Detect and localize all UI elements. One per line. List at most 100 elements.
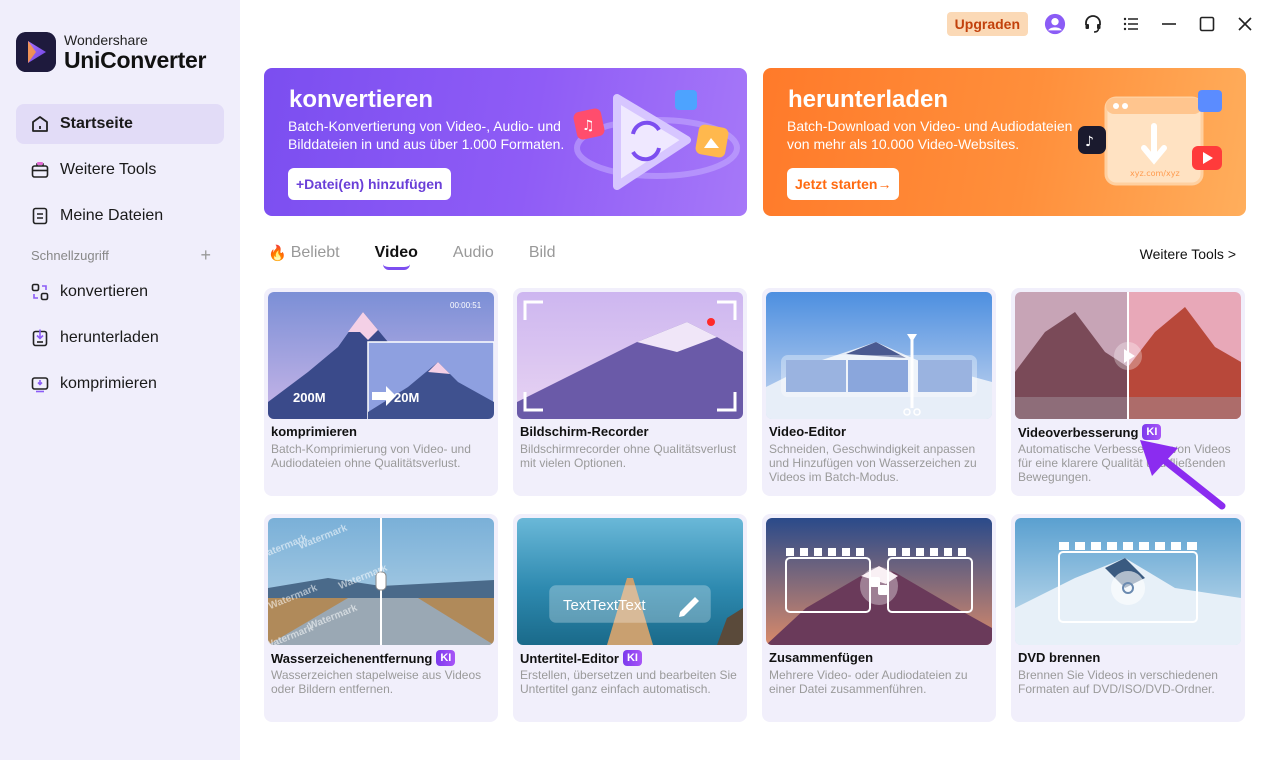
sidebar: Wondershare UniConverter Startseite Weit…	[0, 0, 240, 760]
support-icon[interactable]	[1082, 13, 1104, 35]
card-description: Schneiden, Geschwindigkeit anpassen und …	[769, 442, 977, 484]
title-bar: Upgraden	[946, 10, 1256, 38]
svg-text:♪: ♪	[1085, 134, 1094, 150]
download-art-url: xyz.com/xyz	[1130, 169, 1180, 178]
sidebar-item-herunterladen[interactable]: herunterladen	[16, 318, 224, 358]
sidebar-item-startseite[interactable]: Startseite	[16, 104, 224, 144]
compress-thumbnail: 200M 20M 00:00:51	[268, 292, 494, 419]
card-description: Bildschirmrecorder ohne Qualitätsverlust…	[520, 442, 737, 470]
tab-audio[interactable]: Audio	[453, 244, 494, 262]
sidebar-item-label: konvertieren	[60, 283, 149, 300]
card-title: DVD brennen	[1018, 650, 1100, 665]
file-icon	[32, 207, 48, 225]
tab-label: Bild	[528, 244, 556, 261]
fire-icon: 🔥	[268, 245, 287, 262]
card-title: Untertitel-Editor KI	[520, 650, 642, 666]
upgrade-button[interactable]: Upgraden	[946, 12, 1028, 36]
subtitle-thumbnail: TextTextText	[517, 518, 743, 645]
sidebar-item-komprimieren[interactable]: komprimieren	[16, 364, 224, 404]
tool-card-watermark-removal[interactable]: Watermark Watermark Watermark Watermark …	[264, 514, 498, 722]
toolbox-icon	[31, 162, 49, 178]
download-description: Batch-Download von Video- und Audiodatei…	[787, 118, 1073, 152]
uniconverter-logo-icon	[16, 32, 56, 72]
svg-text:♫: ♫	[582, 118, 595, 134]
tool-card-video-editor[interactable]: Video-Editor Schneiden, Geschwindigkeit …	[762, 288, 996, 496]
editor-thumbnail	[766, 292, 992, 419]
download-icon	[32, 329, 48, 347]
card-description: Mehrere Video- oder Audiodateien zu eine…	[769, 668, 968, 696]
download-title: herunterladen	[788, 86, 949, 113]
maximize-icon[interactable]	[1196, 13, 1218, 35]
tab-beliebt[interactable]: 🔥 Beliebt	[268, 244, 340, 262]
start-now-button[interactable]: Jetzt starten→	[787, 168, 900, 200]
tool-card-merge[interactable]: Zusammenfügen Mehrere Video- oder Audiod…	[762, 514, 996, 722]
menu-icon[interactable]	[1120, 13, 1142, 35]
card-title-text: Zusammenfügen	[769, 650, 874, 665]
brand-name: Wondershare	[64, 31, 148, 48]
card-title: Wasserzeichenentfernung KI	[271, 650, 456, 666]
download-banner[interactable]: xyz.com/xyz ♪ herunterladen Batch-Downlo…	[763, 68, 1246, 216]
ki-badge: KI	[1142, 424, 1162, 440]
tab-label: Beliebt	[290, 244, 340, 261]
ki-badge: KI	[436, 650, 456, 666]
card-description: Batch-Komprimierung von Video- und Audio…	[271, 442, 471, 470]
sidebar-item-label: Meine Dateien	[60, 207, 164, 224]
card-title-text: Wasserzeichenentfernung	[271, 650, 433, 666]
size-from-label: 200M	[293, 390, 326, 405]
card-title: Bildschirm-Recorder	[520, 424, 649, 439]
sidebar-item-weitere-tools[interactable]: Weitere Tools	[16, 150, 224, 190]
tool-card-dvd-burn[interactable]: DVD brennen Brennen Sie Videos in versch…	[1011, 514, 1245, 722]
convert-icon	[31, 283, 49, 301]
card-title-text: Bildschirm-Recorder	[520, 424, 649, 439]
card-title-text: Videoverbesserung	[1018, 424, 1139, 440]
tool-card-subtitle-editor[interactable]: TextTextText Untertitel-Editor KI Erstell…	[513, 514, 747, 722]
card-title-text: Untertitel-Editor	[520, 650, 619, 666]
sidebar-item-konvertieren[interactable]: konvertieren	[16, 272, 224, 312]
quick-access-header: Schnellzugriff +	[31, 246, 211, 264]
card-description: Wasserzeichen stapelweise aus Videos ode…	[271, 668, 482, 696]
subtitle-sample-text: TextTextText	[563, 597, 646, 614]
recorder-thumbnail	[517, 292, 743, 419]
app-logo: Wondershare UniConverter	[16, 32, 206, 72]
avatar-icon[interactable]	[1044, 13, 1066, 35]
sidebar-item-label: herunterladen	[60, 329, 159, 346]
card-title-text: Video-Editor	[769, 424, 847, 439]
tool-card-komprimieren[interactable]: 200M 20M 00:00:51 komprimieren Batch-Kom…	[264, 288, 498, 496]
card-title-text: komprimieren	[271, 424, 357, 439]
watermark-thumbnail: Watermark Watermark Watermark Watermark …	[268, 518, 494, 645]
category-tabs: 🔥 Beliebt Video Audio Bild	[268, 244, 556, 270]
main-nav: Startseite Weitere Tools Meine Dateien	[16, 104, 224, 242]
size-to-label: 20M	[394, 390, 419, 405]
ki-badge: KI	[622, 650, 642, 666]
tab-label: Video	[374, 244, 418, 261]
tool-card-screen-recorder[interactable]: Bildschirm-Recorder Bildschirmrecorder o…	[513, 288, 747, 496]
tool-card-video-enhancement[interactable]: Videoverbesserung KI Automatische Verbess…	[1011, 288, 1245, 496]
sidebar-item-label: Weitere Tools	[60, 161, 157, 178]
convert-banner[interactable]: ♫ konvertieren Batch-Konvertierung von V…	[264, 68, 747, 216]
tab-label: Audio	[452, 244, 494, 261]
quick-access-nav: konvertieren herunterladen komprimieren	[16, 272, 224, 410]
add-files-button[interactable]: +Datei(en) hinzufügen	[288, 168, 451, 200]
convert-description: Batch-Konvertierung von Video-, Audio- u…	[288, 118, 565, 152]
card-description: Brennen Sie Videos in verschiedenen Form…	[1018, 668, 1218, 696]
home-icon	[32, 116, 48, 132]
dvd-thumbnail	[1015, 518, 1241, 645]
card-title: Video-Editor	[769, 424, 846, 439]
tab-video[interactable]: Video	[374, 244, 418, 270]
close-icon[interactable]	[1234, 13, 1256, 35]
card-title: Videoverbesserung KI	[1018, 424, 1162, 440]
card-title: komprimieren	[271, 424, 357, 439]
card-description: Erstellen, übersetzen und bearbeiten Sie…	[520, 668, 737, 696]
compress-icon	[31, 377, 49, 393]
minimize-icon[interactable]	[1158, 13, 1180, 35]
sidebar-item-label: Startseite	[60, 115, 133, 132]
quick-access-add-button[interactable]: +	[200, 246, 211, 264]
more-tools-link[interactable]: Weitere Tools >	[1140, 246, 1236, 262]
enhancement-thumbnail	[1015, 292, 1241, 419]
sidebar-item-meine-dateien[interactable]: Meine Dateien	[16, 196, 224, 236]
video-time-label: 00:00:51	[450, 301, 482, 310]
merge-thumbnail	[766, 518, 992, 645]
card-title-text: DVD brennen	[1018, 650, 1101, 665]
tab-bild[interactable]: Bild	[529, 244, 556, 262]
product-name: UniConverter	[64, 46, 207, 73]
